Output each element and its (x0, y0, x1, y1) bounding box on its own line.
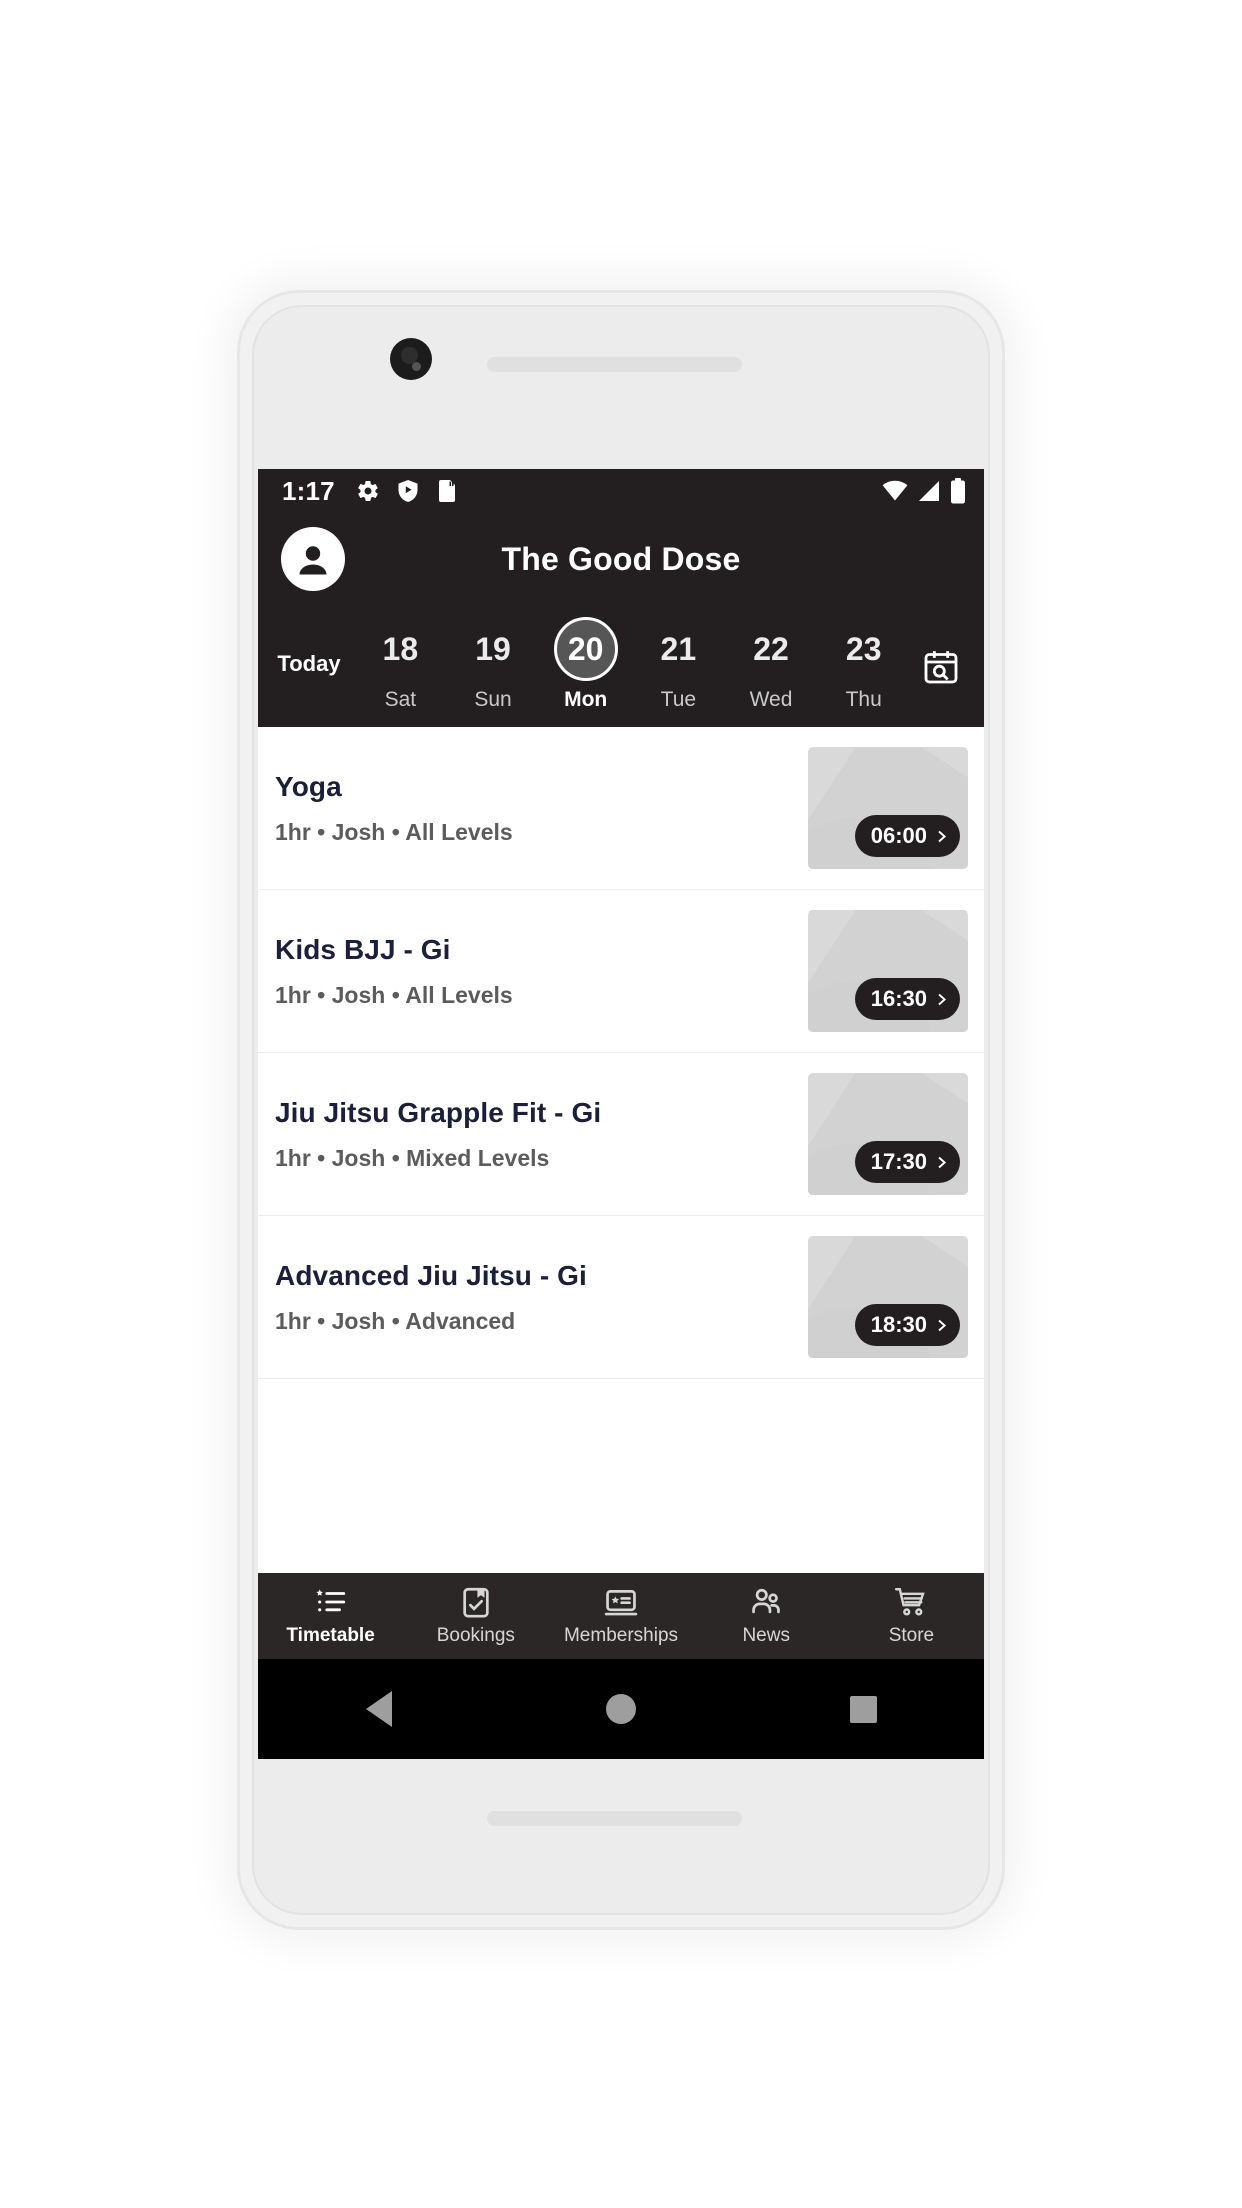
membership-card-icon (604, 1590, 638, 1616)
date-item-19[interactable]: 19 Sun (447, 617, 540, 712)
date-number: 20 (553, 616, 618, 681)
nav-item-bookings[interactable]: Bookings (403, 1585, 548, 1647)
bottom-navigation-bar: Timetable Bookings Memberships News Stor… (258, 1573, 984, 1659)
status-bar-notification-icons (356, 479, 457, 503)
class-thumbnail: 06:00 (808, 747, 968, 869)
android-system-navigation (258, 1659, 984, 1759)
date-item-23[interactable]: 23 Thu (817, 617, 910, 712)
date-weekday: Sun (474, 687, 512, 711)
date-weekday: Mon (564, 687, 608, 711)
recents-button[interactable] (803, 1659, 923, 1759)
nav-item-news[interactable]: News (694, 1585, 839, 1647)
status-bar-system-icons (882, 478, 966, 504)
table-row[interactable]: Kids BJJ - Gi 1hr • Josh • All Levels 16… (258, 890, 984, 1053)
bottom-speaker (487, 1811, 742, 1826)
page-title: The Good Dose (501, 540, 741, 577)
class-meta: 1hr • Josh • All Levels (275, 818, 513, 845)
nav-label: Memberships (563, 1625, 679, 1646)
table-row[interactable]: Yoga 1hr • Josh • All Levels 06:00 (258, 727, 984, 890)
class-time-label: 16:30 (870, 986, 927, 1011)
date-number: 21 (660, 630, 697, 667)
calendar-search-icon (924, 651, 958, 684)
table-row[interactable]: Jiu Jitsu Grapple Fit - Gi 1hr • Josh • … (258, 1053, 984, 1216)
date-number: 23 (845, 630, 882, 667)
shield-play-icon (397, 479, 419, 503)
status-bar-clock: 1:17 (282, 475, 335, 506)
class-thumbnail: 17:30 (808, 1073, 968, 1195)
date-number: 18 (382, 630, 419, 667)
back-triangle-icon (366, 1691, 392, 1727)
date-weekday: Wed (749, 687, 793, 711)
class-title: Advanced Jiu Jitsu - Gi (275, 1259, 587, 1291)
class-meta: 1hr • Josh • Mixed Levels (275, 1144, 550, 1171)
calendar-search-button[interactable] (910, 641, 972, 687)
nav-label: Timetable (286, 1625, 375, 1646)
front-camera (390, 338, 432, 380)
class-time-label: 17:30 (870, 1149, 927, 1174)
chevron-right-icon (938, 830, 947, 842)
app-header: The Good Dose Today 18 Sat 19 Sun 20 Mon… (258, 513, 984, 727)
table-row[interactable]: Advanced Jiu Jitsu - Gi 1hr • Josh • Adv… (258, 1216, 984, 1379)
back-button[interactable] (319, 1659, 439, 1759)
date-weekday: Sat (384, 687, 417, 711)
date-day-list: 18 Sat 19 Sun 20 Mon 21 Tue 22 Wed 23 Th… (354, 616, 910, 712)
sd-card-icon (436, 479, 457, 503)
class-thumbnail: 18:30 (808, 1236, 968, 1358)
wifi-icon (882, 480, 908, 502)
clipboard-check-icon (463, 1587, 489, 1618)
today-label[interactable]: Today (258, 651, 354, 677)
class-time-label: 18:30 (870, 1312, 927, 1337)
date-item-18[interactable]: 18 Sat (354, 617, 447, 712)
recents-square-icon (849, 1695, 877, 1723)
class-title: Kids BJJ - Gi (275, 933, 451, 965)
app-header-top-row: The Good Dose (258, 513, 984, 605)
class-info: Advanced Jiu Jitsu - Gi 1hr • Josh • Adv… (274, 1260, 808, 1335)
class-time-label: 06:00 (870, 823, 927, 848)
class-info: Jiu Jitsu Grapple Fit - Gi 1hr • Josh • … (274, 1097, 808, 1172)
class-thumbnail: 16:30 (808, 910, 968, 1032)
nav-item-memberships[interactable]: Memberships (548, 1585, 693, 1647)
date-item-20-selected[interactable]: 20 Mon (539, 616, 632, 712)
gear-icon (356, 479, 380, 503)
nav-label: News (742, 1625, 790, 1646)
class-meta: 1hr • Josh • All Levels (275, 981, 513, 1008)
class-time-button[interactable]: 06:00 (854, 815, 960, 857)
class-list: Yoga 1hr • Josh • All Levels 06:00 Kids … (258, 727, 984, 1379)
shopping-cart-icon (895, 1588, 926, 1616)
screenshot-root: 1:17 The Good Dose Today 18 Sat 19 Sun 2… (0, 0, 1242, 2208)
phone-screen: 1:17 The Good Dose Today 18 Sat 19 Sun 2… (258, 469, 984, 1759)
class-time-button[interactable]: 16:30 (854, 978, 960, 1020)
avatar[interactable] (281, 527, 345, 591)
list-star-icon (316, 1589, 345, 1612)
class-time-button[interactable]: 18:30 (854, 1304, 960, 1346)
earpiece-speaker (487, 357, 742, 372)
class-info: Kids BJJ - Gi 1hr • Josh • All Levels (274, 934, 808, 1009)
date-number: 19 (475, 630, 511, 667)
person-avatar-icon (290, 536, 336, 582)
cellular-signal-icon (917, 480, 941, 502)
class-meta: 1hr • Josh • Advanced (275, 1307, 516, 1334)
date-item-21[interactable]: 21 Tue (632, 617, 725, 712)
date-strip: Today 18 Sat 19 Sun 20 Mon 21 Tue 22 Wed… (258, 605, 984, 723)
class-title: Yoga (275, 770, 342, 802)
date-weekday: Thu (845, 687, 882, 711)
status-bar: 1:17 (258, 469, 984, 513)
people-icon (752, 1588, 781, 1614)
battery-icon (950, 478, 966, 504)
date-item-22[interactable]: 22 Wed (725, 617, 818, 712)
date-number: 22 (753, 630, 789, 667)
nav-label: Bookings (436, 1625, 515, 1646)
nav-label: Store (888, 1625, 935, 1646)
class-time-button[interactable]: 17:30 (854, 1141, 960, 1183)
class-info: Yoga 1hr • Josh • All Levels (274, 771, 808, 846)
chevron-right-icon (938, 1156, 947, 1168)
date-weekday: Tue (660, 687, 697, 711)
nav-item-timetable[interactable]: Timetable (258, 1585, 403, 1647)
class-title: Jiu Jitsu Grapple Fit - Gi (275, 1096, 602, 1128)
home-circle-icon (606, 1694, 636, 1724)
home-button[interactable] (561, 1659, 681, 1759)
chevron-right-icon (938, 993, 947, 1005)
nav-item-store[interactable]: Store (839, 1585, 984, 1647)
chevron-right-icon (938, 1319, 947, 1331)
